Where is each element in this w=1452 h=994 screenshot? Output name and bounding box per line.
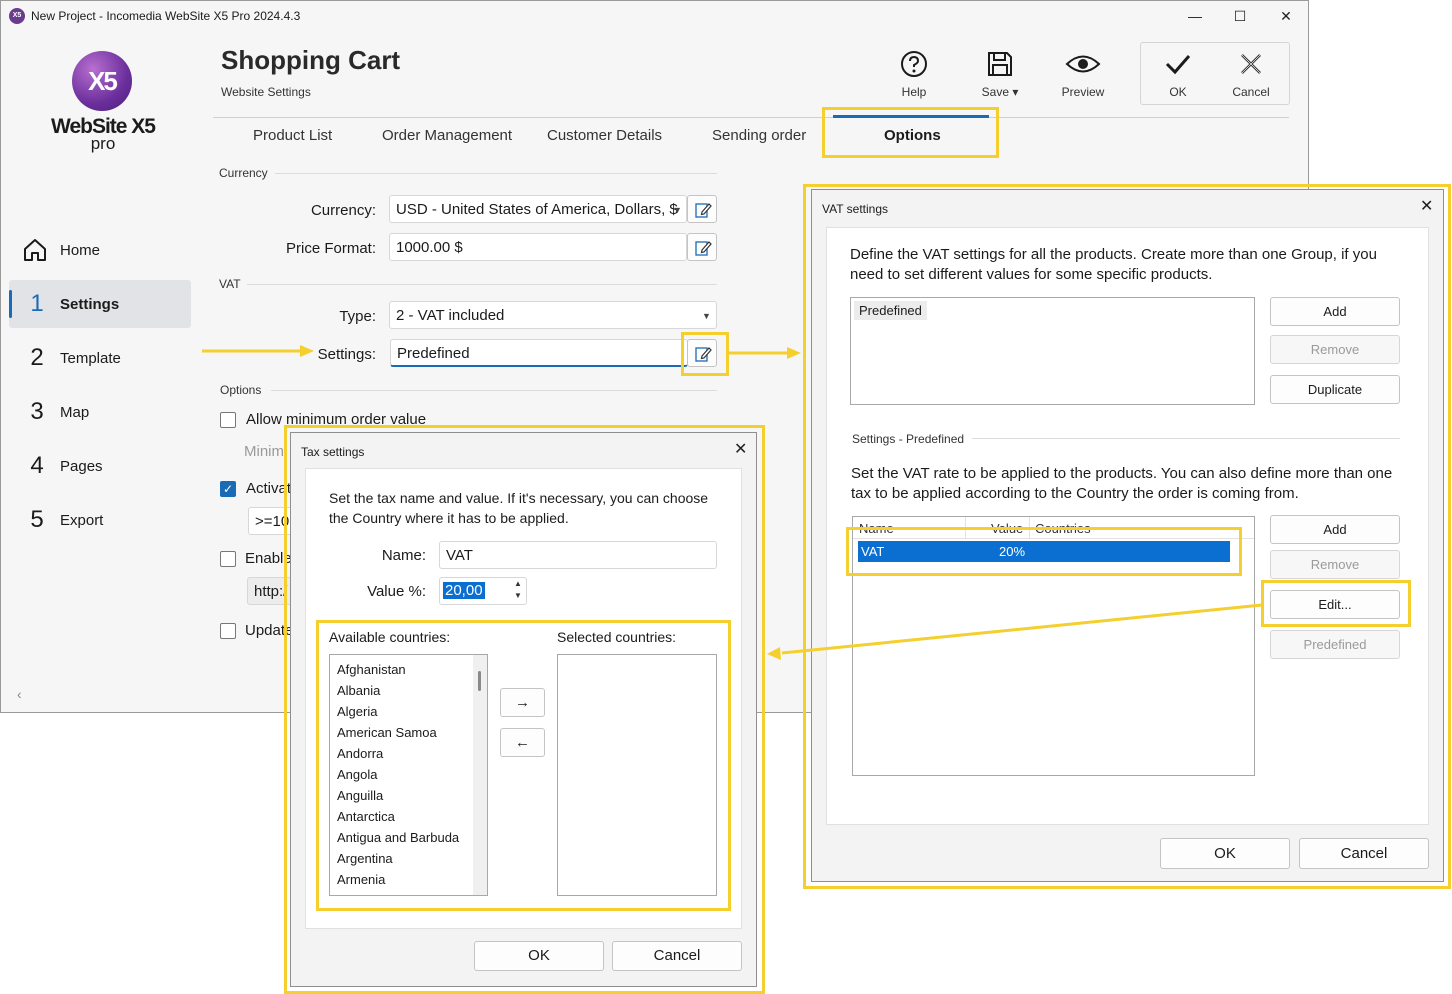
arrow-head-icon xyxy=(787,347,801,359)
arrow-head-icon xyxy=(300,345,314,357)
arrow-head-icon xyxy=(767,647,781,660)
arrow-to-tax-dialog xyxy=(781,603,1263,655)
annotation-arrows xyxy=(202,345,1263,660)
